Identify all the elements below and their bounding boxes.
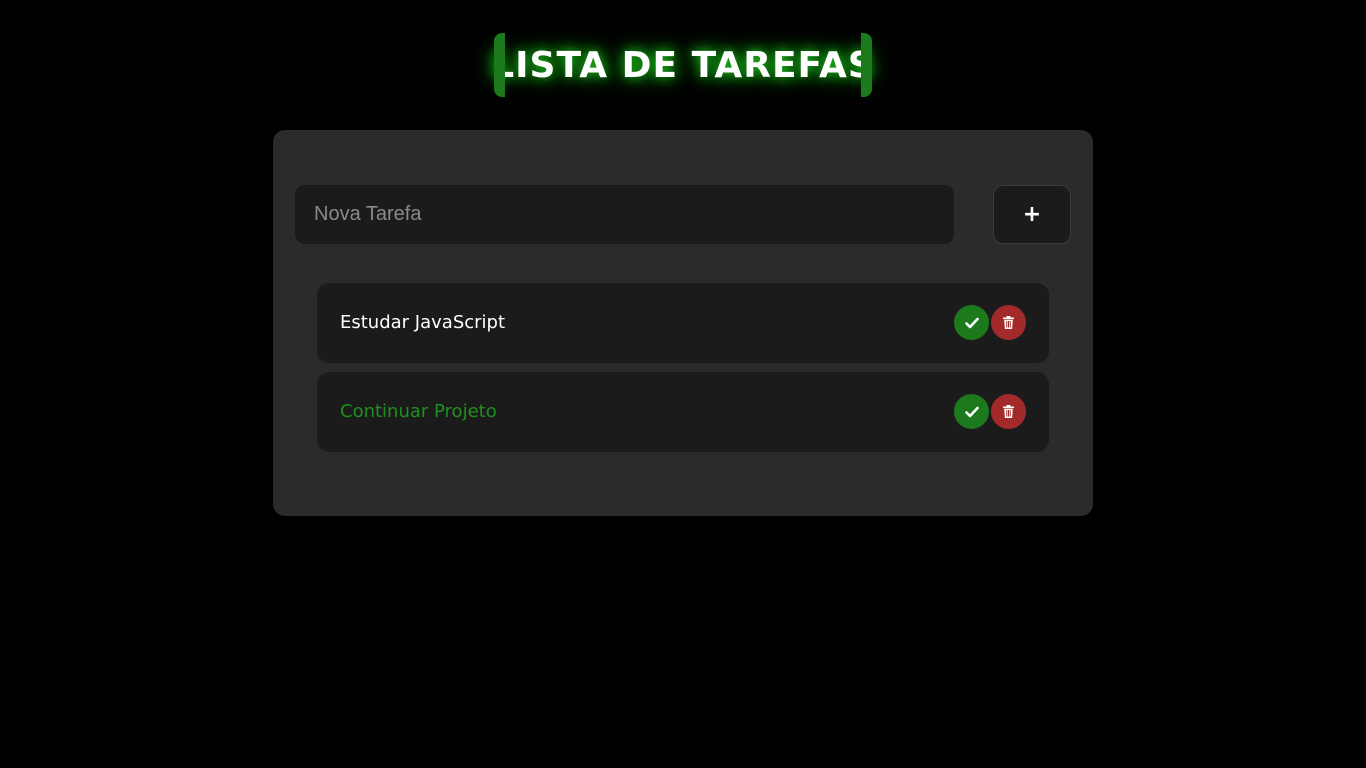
todo-card: + Estudar JavaScript Cont <box>273 130 1093 516</box>
task-label: Continuar Projeto <box>340 401 497 422</box>
new-task-input[interactable] <box>295 185 954 244</box>
delete-task-button[interactable] <box>991 394 1026 429</box>
page-title-container: LISTA DE TAREFAS <box>491 33 875 97</box>
title-accent-left <box>494 33 505 97</box>
task-item: Continuar Projeto <box>317 372 1049 452</box>
trash-icon <box>1003 316 1014 329</box>
check-icon <box>964 406 979 417</box>
title-accent-right <box>861 33 872 97</box>
complete-task-button[interactable] <box>954 305 989 340</box>
page: LISTA DE TAREFAS + Estudar JavaScript <box>0 0 1366 768</box>
trash-icon <box>1003 405 1014 418</box>
delete-task-button[interactable] <box>991 305 1026 340</box>
task-item: Estudar JavaScript <box>317 283 1049 363</box>
check-icon <box>964 317 979 328</box>
task-label: Estudar JavaScript <box>340 312 506 333</box>
add-task-button[interactable]: + <box>993 185 1071 244</box>
complete-task-button[interactable] <box>954 394 989 429</box>
page-title: LISTA DE TAREFAS <box>491 44 875 86</box>
plus-icon: + <box>1022 202 1042 227</box>
